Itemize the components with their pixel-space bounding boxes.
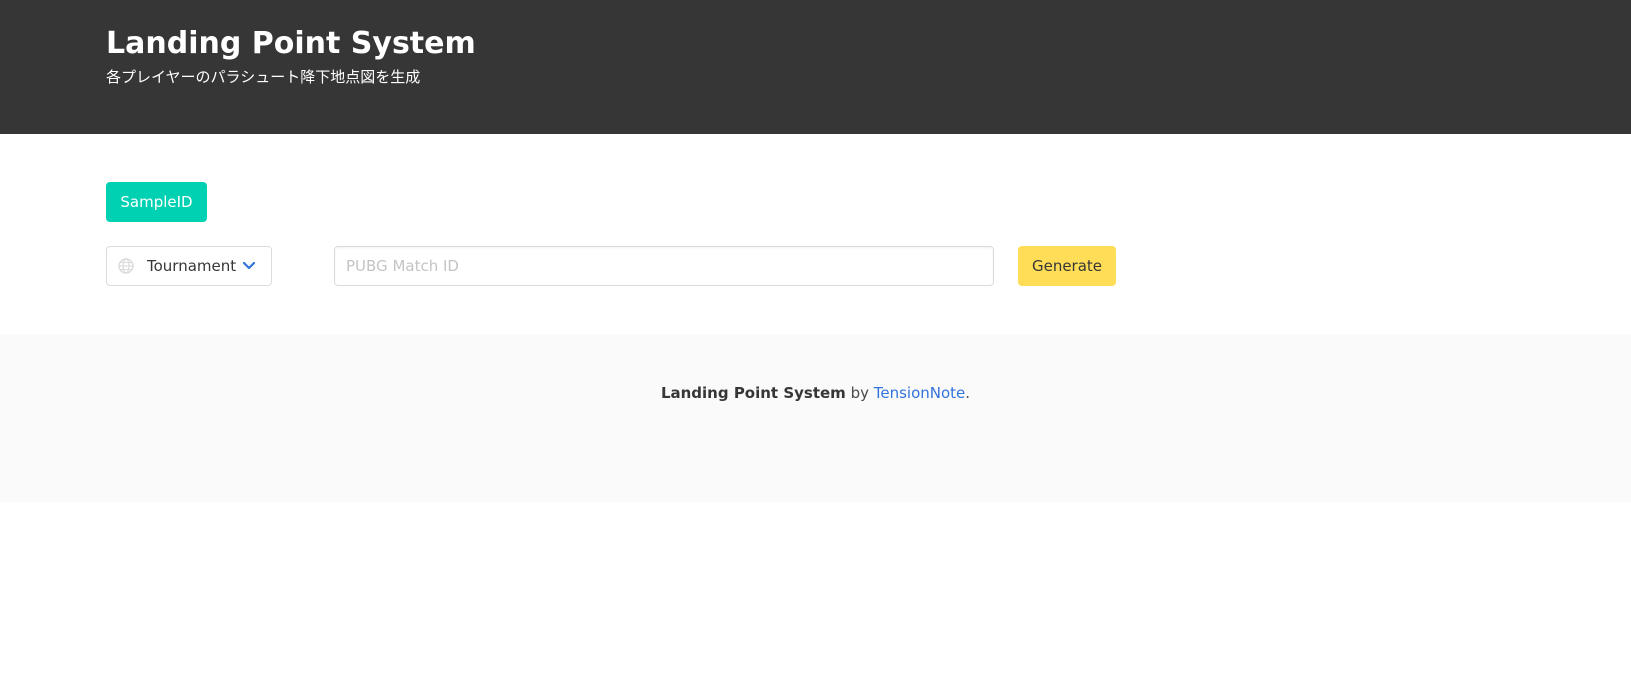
globe-icon: [118, 258, 134, 274]
mode-select[interactable]: Tournament: [106, 246, 272, 286]
footer-end-text: .: [965, 384, 971, 402]
generate-button[interactable]: Generate: [1018, 246, 1116, 286]
hero-header: Landing Point System 各プレイヤーのパラシュート降下地点図を…: [0, 0, 1631, 134]
mode-select-value: Tournament: [147, 257, 237, 275]
sample-id-button[interactable]: SampleID: [106, 182, 207, 222]
footer: Landing Point System by TensionNote.: [0, 334, 1631, 502]
footer-by-text: by: [845, 384, 874, 402]
chevron-down-icon: [242, 261, 256, 270]
match-id-input[interactable]: [334, 246, 994, 286]
page-title: Landing Point System: [106, 26, 476, 61]
footer-brand: Landing Point System: [660, 384, 846, 402]
author-link[interactable]: TensionNote: [874, 384, 966, 402]
footer-credit: Landing Point System by TensionNote.: [0, 384, 1631, 402]
page-subtitle: 各プレイヤーのパラシュート降下地点図を生成: [106, 68, 421, 86]
